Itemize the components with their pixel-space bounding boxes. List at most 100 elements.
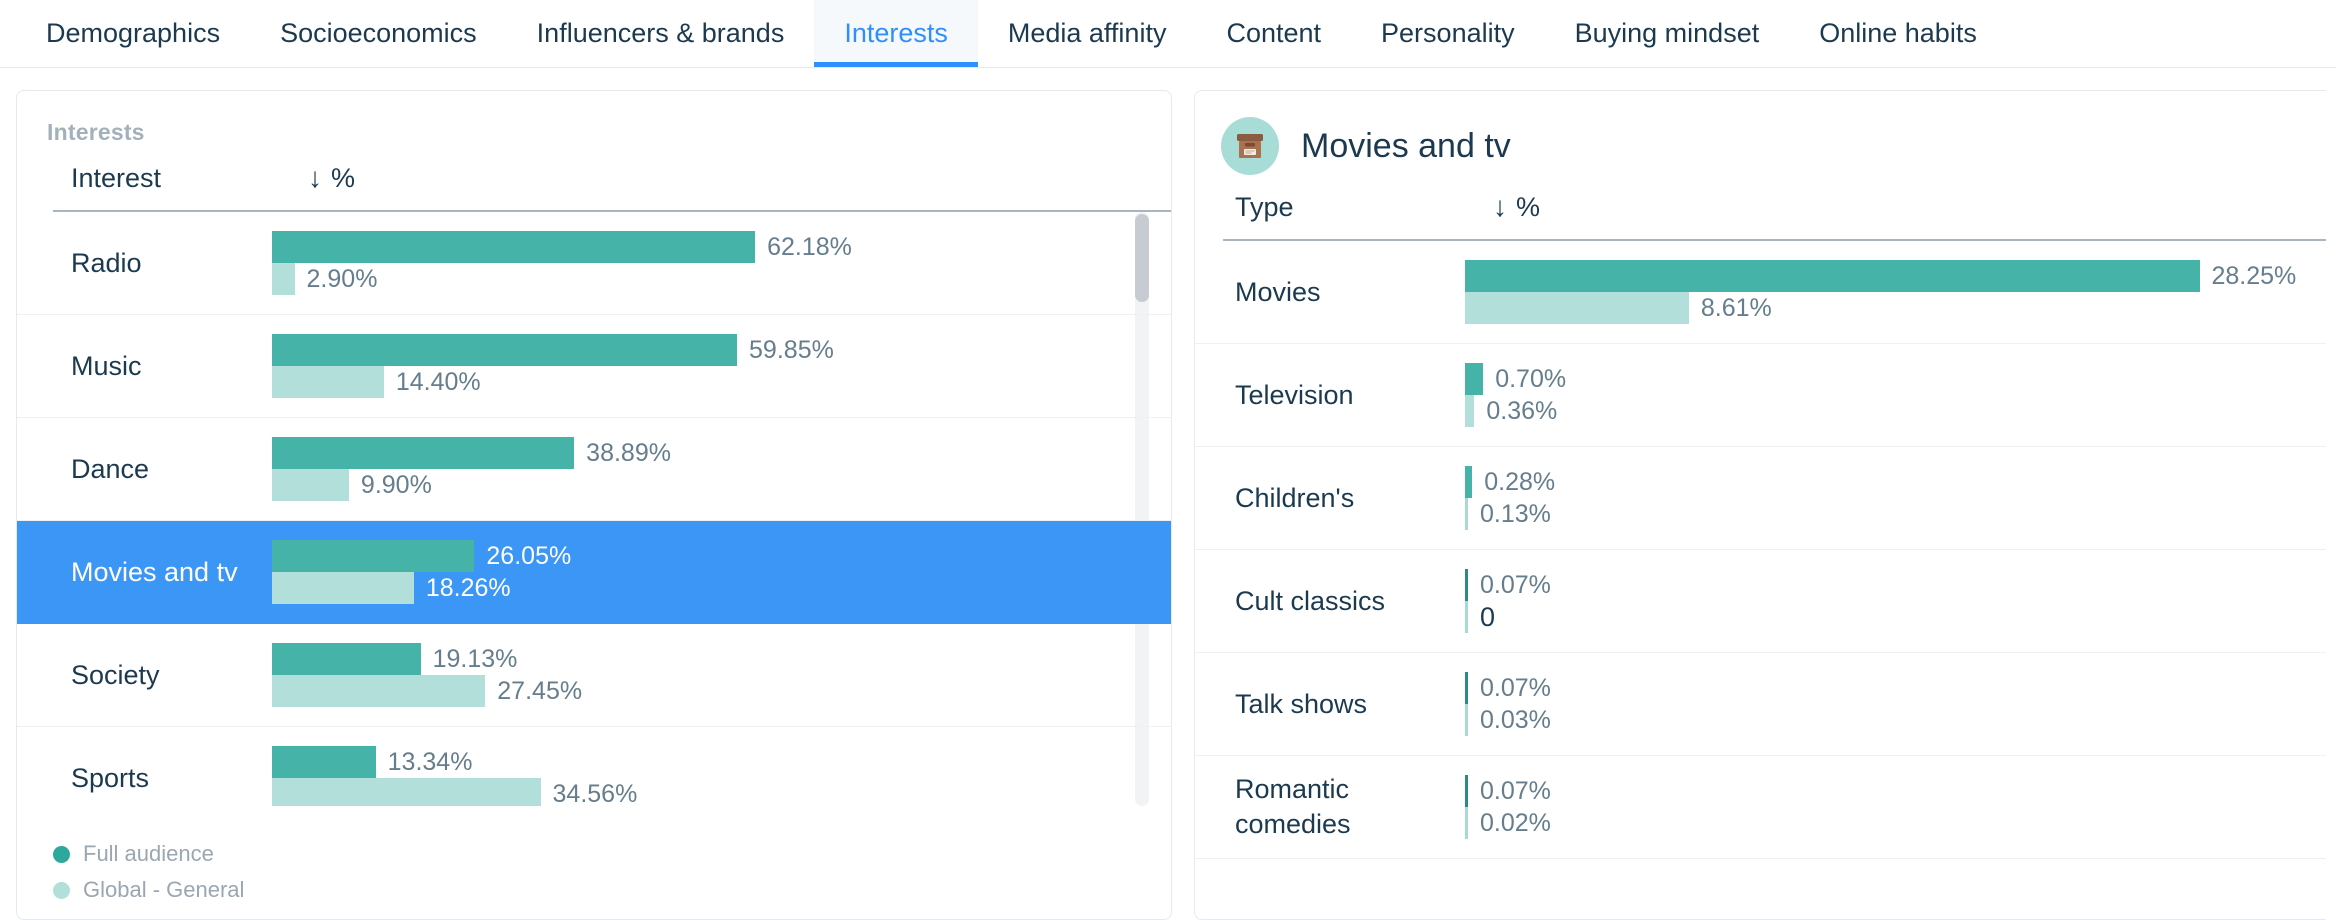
bar-value-full: 0.28% [1484,467,1556,496]
table-row[interactable]: Sports 13.34% 34.56% [17,727,1171,806]
tab-socioeconomics[interactable]: Socioeconomics [250,0,507,67]
column-header-type: Type [1235,191,1294,222]
tab-label: Socioeconomics [280,18,477,48]
row-bars: 0.07% 0.02% [1465,775,2326,839]
tab-buying-mindset[interactable]: Buying mindset [1545,0,1790,67]
legend-item: Global - General [53,877,244,903]
bar-value-global: 0.36% [1486,396,1558,425]
row-label: Society [71,659,160,690]
sort-descending-arrow-icon: ↓ [308,162,322,193]
tab-label: Buying mindset [1574,18,1760,48]
bar-full: 38.89% [272,437,1171,469]
tab-interests[interactable]: Interests [814,0,978,67]
column-header-interest: Interest [71,162,162,193]
bar-full: 26.05% [272,540,1171,572]
table-row[interactable]: Television 0.70% 0.36% [1195,344,2326,447]
tab-demographics[interactable]: Demographics [16,0,250,67]
row-label: Romantic comedies [1235,774,1351,839]
row-bars: 59.85% 14.40% [272,334,1171,398]
bar-full: 59.85% [272,334,1171,366]
table-row[interactable]: Dance 38.89% 9.90% [17,418,1171,521]
row-bars: 62.18% 2.90% [272,231,1171,295]
movies-and-tv-title: Movies and tv [1301,126,1511,165]
row-label: Music [71,350,142,381]
bar-full: 62.18% [272,231,1171,263]
tab-label: Demographics [46,18,221,48]
bar-value-full: 0.07% [1480,570,1551,599]
table-row[interactable]: Society 19.13% 27.45% [17,624,1171,727]
bar-global: 0.02% [1465,807,2326,839]
sort-descending-arrow-icon-right: ↓ [1493,191,1507,222]
bar-fill-global [272,572,414,604]
bar-value-global: 2.90% [306,264,378,293]
bar-global: 0 [1465,601,2326,633]
movies-rows: Movies 28.25% 8.61% Television 0.70% 0.36% Chi… [1195,241,2326,859]
bar-global: 0.36% [1465,395,2326,427]
tab-label: Personality [1381,18,1515,48]
interests-panel: Interests Interest ↓ % Radio 62.18% 2.90% M… [16,90,1172,920]
bar-value-global: 0.13% [1480,499,1551,528]
chart-legend: Full audience Global - General [53,841,244,903]
tab-online-habits[interactable]: Online habits [1789,0,2007,67]
table-row[interactable]: Movies 28.25% 8.61% [1195,241,2326,344]
bar-fill-global [272,675,486,707]
row-bars: 13.34% 34.56% [272,746,1171,806]
bar-global: 2.90% [272,263,1171,295]
bar-value-full: 62.18% [767,232,852,261]
bar-full: 0.70% [1465,363,2326,395]
sort-by-percent-button[interactable]: ↓ % [308,163,355,194]
legend-color-dot [53,845,70,863]
interests-table-header: Interest ↓ % [17,146,1171,210]
bar-fill-global [1465,292,1689,324]
bar-full: 0.07% [1465,775,2326,807]
bar-full: 0.07% [1465,569,2326,601]
tab-influencers-brands[interactable]: Influencers & brands [507,0,815,67]
bar-global: 34.56% [272,778,1171,806]
bar-fill-global [272,778,541,806]
table-row[interactable]: Movies and tv 26.05% 18.26% [17,521,1171,624]
table-row[interactable]: Talk shows 0.07% 0.03% [1195,653,2326,756]
movies-and-tv-header: Movies and tv [1195,91,2326,175]
table-row[interactable]: Children's 0.28% 0.13% [1195,447,2326,550]
bar-global: 18.26% [272,572,1171,604]
tab-personality[interactable]: Personality [1351,0,1545,67]
bar-value-global: 18.26% [425,573,511,602]
bar-value-full: 28.25% [2211,261,2297,290]
bar-value-full: 0.70% [1495,364,1567,393]
bar-value-global: 8.61% [1700,293,1772,322]
sort-metric-label: % [331,162,356,193]
bar-fill-full [272,540,475,572]
row-label: Cult classics [1235,585,1386,616]
sort-by-percent-button-right[interactable]: ↓ % [1493,192,1540,223]
bar-global: 8.61% [1465,292,2326,324]
bar-fill-full [272,746,376,778]
table-row[interactable]: Cult classics 0.07% 0 [1195,550,2326,653]
bar-value-global: 9.90% [360,470,432,499]
bar-global: 27.45% [272,675,1171,707]
table-row[interactable]: Romantic comedies 0.07% 0.02% [1195,756,2326,859]
sort-metric-label-right: % [1516,191,1541,222]
bar-value-global: 0.02% [1480,808,1551,837]
row-bars: 26.05% 18.26% [272,540,1171,604]
bar-fill-global [1465,395,1475,427]
bar-full: 28.25% [1465,260,2326,292]
bar-global: 14.40% [272,366,1171,398]
row-bars: 19.13% 27.45% [272,643,1171,707]
table-row[interactable]: Music 59.85% 14.40% [17,315,1171,418]
table-row[interactable]: Radio 62.18% 2.90% [17,212,1171,315]
tab-content[interactable]: Content [1196,0,1351,67]
bar-fill-global [272,366,384,398]
bar-fill-full [1465,363,1484,395]
row-label: Sports [71,762,150,793]
bar-value-full: 59.85% [749,335,834,364]
bar-value-global: 0 [1480,601,1496,632]
bar-value-global: 27.45% [497,676,583,705]
bar-full: 19.13% [272,643,1171,675]
bar-global: 9.90% [272,469,1171,501]
legend-label: Global - General [83,877,245,902]
legend-item: Full audience [53,841,244,867]
row-bars: 28.25% 8.61% [1465,260,2326,324]
tab-label: Media affinity [1007,18,1167,48]
tab-media-affinity[interactable]: Media affinity [978,0,1197,67]
row-label: Movies and tv [71,556,238,587]
